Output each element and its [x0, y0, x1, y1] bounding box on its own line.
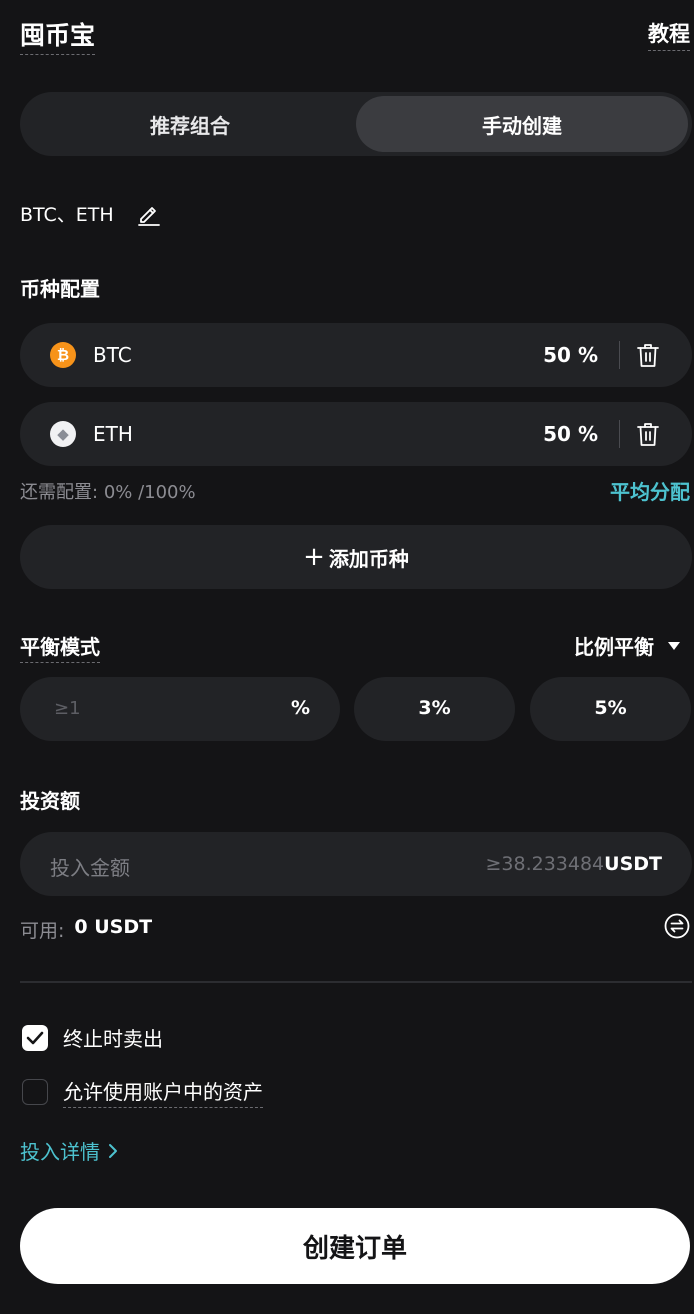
remaining-allocation: 还需配置: 0% /100% [20, 482, 196, 503]
checkbox-unchecked[interactable] [22, 1079, 48, 1105]
investment-details-link[interactable]: 投入详情 [20, 1136, 118, 1165]
coin-row-eth: ◆ ETH 50 % [20, 402, 692, 466]
trash-icon[interactable] [636, 421, 660, 447]
trash-icon[interactable] [636, 342, 660, 368]
create-order-button[interactable]: 创建订单 [20, 1208, 690, 1284]
tab-manual[interactable]: 手动创建 [356, 96, 688, 152]
balance-mode-heading: 平衡模式 [20, 631, 100, 663]
bitcoin-icon: ₿ [50, 342, 76, 368]
preset-5-percent[interactable]: 5% [530, 677, 691, 741]
section-divider [20, 981, 692, 983]
coin-row-btc: ₿ BTC 50 % [20, 323, 692, 387]
balance-mode-select[interactable]: 比例平衡 [574, 631, 680, 660]
amount-placeholder: 投入金额 [50, 856, 130, 880]
chevron-right-icon [109, 1143, 117, 1158]
investment-heading: 投资额 [20, 789, 80, 813]
custom-threshold-input[interactable]: ≥1 % [20, 677, 340, 741]
tutorial-link[interactable]: 教程 [648, 18, 690, 51]
equal-split-link[interactable]: 平均分配 [610, 476, 690, 505]
option-use-account-assets[interactable]: 允许使用账户中的资产 [22, 1076, 263, 1108]
coin-percent-input[interactable]: 50 % [543, 422, 598, 446]
available-balance: 可用: 0 USDT [20, 916, 153, 942]
option-sell-on-stop[interactable]: 终止时卖出 [22, 1023, 163, 1052]
coin-symbol: ETH [93, 422, 133, 446]
portfolio-name-row: BTC、ETH [20, 200, 162, 227]
portfolio-name: BTC、ETH [20, 204, 114, 226]
coin-symbol: BTC [93, 343, 132, 367]
edit-icon[interactable] [136, 201, 162, 227]
amount-input[interactable]: 投入金额 ≥38.233484USDT [20, 832, 692, 896]
plus-icon: + [303, 542, 325, 572]
checkbox-checked[interactable] [22, 1024, 48, 1051]
coin-percent-input[interactable]: 50 % [543, 343, 598, 367]
preset-3-percent[interactable]: 3% [354, 677, 515, 741]
ethereum-icon: ◆ [50, 421, 76, 447]
amount-min: ≥38.233484USDT [485, 853, 662, 875]
caret-down-icon [668, 641, 680, 650]
tab-recommended[interactable]: 推荐组合 [24, 96, 356, 152]
swap-icon[interactable] [664, 913, 690, 939]
mode-tabs: 推荐组合 手动创建 [20, 92, 692, 156]
divider [619, 341, 620, 369]
check-icon [26, 1031, 44, 1044]
page-title: 囤币宝 [20, 16, 96, 55]
add-coin-button[interactable]: + 添加币种 [20, 525, 692, 589]
allocation-heading: 币种配置 [20, 277, 100, 301]
divider [619, 420, 620, 448]
